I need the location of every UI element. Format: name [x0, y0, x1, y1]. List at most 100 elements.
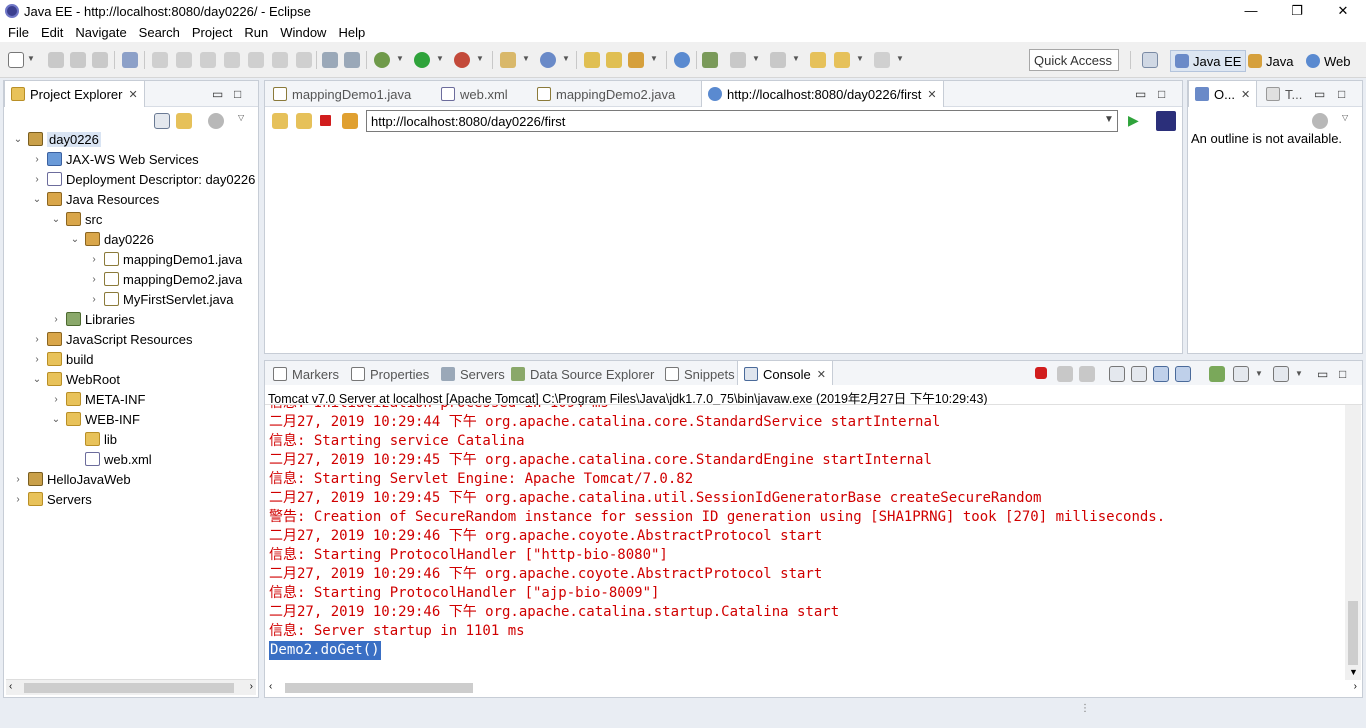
- scroll-lock-icon[interactable]: [1131, 366, 1147, 382]
- clear-console-icon[interactable]: [1109, 366, 1125, 382]
- tree-item[interactable]: › HelloJavaWeb: [12, 469, 130, 489]
- run-dropdown-icon[interactable]: ▼: [436, 54, 444, 63]
- menu-run[interactable]: Run: [238, 25, 274, 40]
- tree-item[interactable]: › build: [31, 349, 93, 369]
- debug-dropdown-icon[interactable]: ▼: [396, 54, 404, 63]
- collapsed-arrow-icon[interactable]: ›: [88, 254, 100, 265]
- suspend-icon[interactable]: [176, 52, 192, 68]
- tree-item[interactable]: › Servers: [12, 489, 91, 509]
- tree-item[interactable]: › mappingDemo1.java: [88, 249, 242, 269]
- collapsed-arrow-icon[interactable]: ›: [88, 274, 100, 285]
- tab-browser[interactable]: http://localhost:8080/day0226/first ✕: [701, 81, 944, 107]
- close-tab-icon[interactable]: ✕: [1241, 88, 1250, 101]
- menu-edit[interactable]: Edit: [35, 25, 69, 40]
- external-tools-icon[interactable]: [454, 52, 470, 68]
- pin-console-icon[interactable]: [1209, 366, 1225, 382]
- tab-project-explorer[interactable]: Project Explorer ✕: [4, 81, 145, 107]
- tab-task-list[interactable]: T...: [1260, 81, 1308, 107]
- close-button[interactable]: ✕: [1320, 0, 1366, 22]
- open-console-dropdown-icon[interactable]: ▼: [1295, 369, 1303, 378]
- forward-icon[interactable]: [874, 52, 890, 68]
- print-icon[interactable]: [92, 52, 108, 68]
- scroll-left-icon[interactable]: ‹: [269, 681, 272, 692]
- tree-item[interactable]: › JavaScript Resources: [31, 329, 192, 349]
- back-icon[interactable]: [834, 52, 850, 68]
- close-tab-icon[interactable]: ✕: [927, 88, 936, 101]
- maximize-view-icon[interactable]: □: [1158, 87, 1165, 101]
- collapse-all-icon[interactable]: [154, 113, 170, 129]
- collapsed-arrow-icon[interactable]: ›: [88, 294, 100, 305]
- expanded-arrow-icon[interactable]: ⌄: [31, 194, 43, 205]
- scrollbar-thumb[interactable]: [285, 683, 473, 693]
- minimize-view-icon[interactable]: ▭: [1135, 87, 1146, 101]
- collapsed-arrow-icon[interactable]: ›: [12, 494, 24, 505]
- view-menu-icon[interactable]: ▽: [238, 113, 244, 122]
- perspective-web[interactable]: Web: [1302, 50, 1355, 72]
- last-edit-location-icon[interactable]: [810, 52, 826, 68]
- collapsed-arrow-icon[interactable]: ›: [31, 354, 43, 365]
- show-stderr-icon[interactable]: [1175, 366, 1191, 382]
- display-selected-console-icon[interactable]: [1233, 366, 1249, 382]
- scrollbar-thumb[interactable]: [1348, 601, 1358, 665]
- disconnect-icon[interactable]: [224, 52, 240, 68]
- tab-properties[interactable]: Properties: [345, 361, 435, 387]
- browser-back-icon[interactable]: [272, 113, 288, 129]
- menu-help[interactable]: Help: [332, 25, 371, 40]
- display-console-dropdown-icon[interactable]: ▼: [1255, 369, 1263, 378]
- browser-refresh-icon[interactable]: [342, 113, 358, 129]
- maximize-view-icon[interactable]: □: [1339, 367, 1346, 381]
- next-annotation-dropdown-icon[interactable]: ▼: [752, 54, 760, 63]
- tab-servers[interactable]: Servers: [435, 361, 511, 387]
- minimize-view-icon[interactable]: ▭: [212, 87, 223, 101]
- tab-mapping-demo1[interactable]: mappingDemo1.java: [267, 81, 417, 107]
- tab-mapping-demo2[interactable]: mappingDemo2.java: [531, 81, 681, 107]
- close-tab-icon[interactable]: ✕: [128, 88, 137, 101]
- outline-view-menu-icon[interactable]: ▽: [1342, 113, 1348, 122]
- tree-item[interactable]: ⌄ Java Resources: [31, 189, 159, 209]
- tree-item[interactable]: › META-INF: [50, 389, 145, 409]
- tree-item[interactable]: › Libraries: [50, 309, 135, 329]
- save-all-icon[interactable]: [70, 52, 86, 68]
- new-class-dropdown-icon[interactable]: ▼: [562, 54, 570, 63]
- remove-all-terminated-icon[interactable]: [1079, 366, 1095, 382]
- web-browser-icon[interactable]: [674, 52, 690, 68]
- url-input[interactable]: http://localhost:8080/day0226/first: [366, 110, 1118, 132]
- terminate-console-icon[interactable]: [1035, 367, 1047, 379]
- new-class-icon[interactable]: [540, 52, 556, 68]
- tree-item[interactable]: › mappingDemo2.java: [88, 269, 242, 289]
- minimize-button[interactable]: —: [1228, 0, 1274, 22]
- tab-console[interactable]: Console ✕: [737, 361, 833, 387]
- perspective-java[interactable]: Java: [1244, 50, 1297, 72]
- previous-annotation-dropdown-icon[interactable]: ▼: [792, 54, 800, 63]
- open-task-icon[interactable]: [606, 52, 622, 68]
- open-perspective-icon[interactable]: [1142, 52, 1158, 68]
- save-icon[interactable]: [48, 52, 64, 68]
- tree-item[interactable]: ⌄ src: [50, 209, 103, 229]
- restore-button[interactable]: ❐: [1274, 0, 1320, 22]
- collapsed-arrow-icon[interactable]: ›: [31, 334, 43, 345]
- collapsed-arrow-icon[interactable]: ›: [31, 154, 43, 165]
- new-java-project-dropdown-icon[interactable]: ▼: [522, 54, 530, 63]
- step-into-icon[interactable]: [248, 52, 264, 68]
- menu-project[interactable]: Project: [186, 25, 238, 40]
- menu-search[interactable]: Search: [133, 25, 186, 40]
- filters-icon[interactable]: [208, 113, 224, 129]
- search-dropdown-icon[interactable]: ▼: [650, 54, 658, 63]
- next-annotation-icon[interactable]: [730, 52, 746, 68]
- minimize-view-icon[interactable]: ▭: [1317, 367, 1328, 381]
- server-icon[interactable]: [322, 52, 338, 68]
- browser-forward-icon[interactable]: [296, 113, 312, 129]
- menu-navigate[interactable]: Navigate: [69, 25, 132, 40]
- tree-item[interactable]: ⌄ WEB-INF: [50, 409, 140, 429]
- collapsed-arrow-icon[interactable]: ›: [50, 394, 62, 405]
- tree-item[interactable]: web.xml: [69, 449, 152, 469]
- console-horizontal-scrollbar[interactable]: ‹ ›: [265, 680, 1361, 696]
- go-icon[interactable]: ▶: [1128, 112, 1139, 129]
- tab-snippets[interactable]: Snippets: [659, 361, 741, 387]
- expanded-arrow-icon[interactable]: ⌄: [12, 134, 24, 145]
- maximize-view-icon[interactable]: □: [234, 87, 241, 101]
- tree-item[interactable]: › Deployment Descriptor: day0226: [31, 169, 255, 189]
- toggle-mark-occurrences-icon[interactable]: [702, 52, 718, 68]
- tree-item[interactable]: ⌄ day0226: [12, 129, 101, 149]
- collapsed-arrow-icon[interactable]: ›: [50, 314, 62, 325]
